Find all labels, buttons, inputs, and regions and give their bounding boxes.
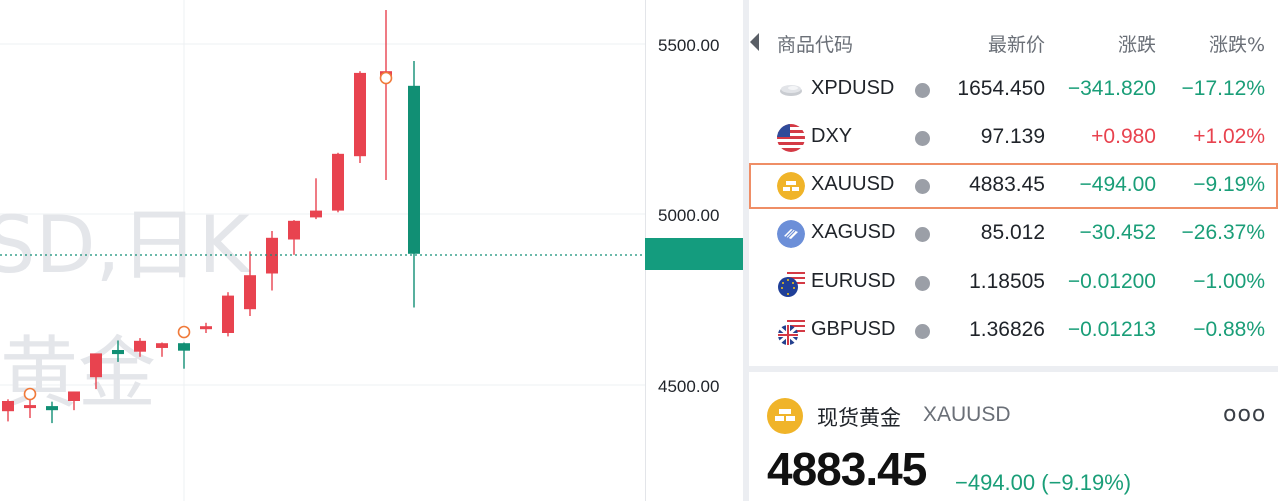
silver-icon xyxy=(777,220,805,248)
detail-price: 4883.45 xyxy=(767,443,927,495)
row-symbol: EURUSD xyxy=(811,270,896,292)
symbol-detail-panel: 现货黄金 XAUUSD ooo 4883.45 −494.00 (−9.19%) xyxy=(749,372,1278,501)
price-axis-label-5500: 5500.00 xyxy=(658,36,719,55)
price-axis-label-4500: 4500.00 xyxy=(658,377,719,396)
row-pct: −0.88% xyxy=(1193,318,1265,341)
more-options-icon[interactable]: ooo xyxy=(1223,402,1266,427)
status-dot xyxy=(915,276,930,291)
candle-body[interactable] xyxy=(2,401,14,412)
row-change: −30.452 xyxy=(1079,221,1157,244)
candle-body[interactable] xyxy=(408,85,420,254)
candle-body[interactable] xyxy=(156,343,168,348)
row-price: 97.139 xyxy=(980,125,1045,148)
sort-flag-icon[interactable] xyxy=(750,33,759,51)
candle-body[interactable] xyxy=(222,295,234,333)
status-dot xyxy=(915,131,930,146)
row-pct: +1.02% xyxy=(1193,125,1265,148)
watchlist-row-xpdusd[interactable]: XPDUSD 1654.450 −341.820 −17.12% xyxy=(749,67,1278,113)
palladium-icon xyxy=(777,76,805,104)
candle-body[interactable] xyxy=(112,350,124,355)
candle-body[interactable] xyxy=(332,153,344,211)
gold-icon xyxy=(777,172,805,200)
detail-code: XAUUSD xyxy=(923,403,1011,426)
status-dot xyxy=(915,227,930,242)
candlestick-chart[interactable]: SD,日K 黄金 5500.00 5000.00 4500.00 xyxy=(0,0,743,501)
row-change: −0.01200 xyxy=(1067,270,1156,293)
detail-name: 现货黄金 xyxy=(817,406,901,430)
gold-icon xyxy=(767,398,803,434)
event-marker[interactable] xyxy=(23,387,37,401)
candle-body[interactable] xyxy=(354,72,366,157)
detail-change: −494.00 (−9.19%) xyxy=(955,470,1132,495)
watchlist-row-gbpusd[interactable]: GBPUSD 1.36826 −0.01213 −0.88% xyxy=(749,308,1278,354)
row-pct: −17.12% xyxy=(1181,77,1266,100)
candle-body[interactable] xyxy=(68,391,80,401)
header-code[interactable]: 商品代码 xyxy=(777,30,853,57)
row-symbol: GBPUSD xyxy=(811,318,896,340)
header-price[interactable]: 最新价 xyxy=(988,30,1045,57)
us-flag-icon xyxy=(777,124,805,152)
header-pct[interactable]: 涨跌% xyxy=(1209,30,1265,57)
candle-body[interactable] xyxy=(134,340,146,352)
row-price: 85.012 xyxy=(980,221,1045,244)
candle-body[interactable] xyxy=(200,326,212,330)
row-change: −341.820 xyxy=(1067,77,1156,100)
price-axis-label-5000: 5000.00 xyxy=(658,206,719,225)
row-change: −494.00 xyxy=(1079,173,1157,196)
row-symbol: DXY xyxy=(811,125,853,147)
candle-body[interactable] xyxy=(266,237,278,274)
status-dot xyxy=(915,83,930,98)
row-pct: −9.19% xyxy=(1193,173,1265,196)
candle-body[interactable] xyxy=(90,353,102,378)
candle-body[interactable] xyxy=(178,343,190,351)
event-marker[interactable] xyxy=(177,325,191,339)
status-dot xyxy=(915,179,930,194)
row-symbol: XAGUSD xyxy=(811,221,896,243)
watchlist-header: 商品代码 最新价 涨跌 涨跌% xyxy=(749,22,1278,62)
row-change: −0.01213 xyxy=(1067,318,1156,341)
watchlist-row-dxy[interactable]: DXY 97.139 +0.980 +1.02% xyxy=(749,115,1278,161)
candle-body[interactable] xyxy=(244,275,256,310)
header-change[interactable]: 涨跌 xyxy=(1118,30,1156,57)
uk-us-flag-icon xyxy=(777,317,805,345)
row-pct: −26.37% xyxy=(1181,221,1266,244)
watchlist-panel: 商品代码 最新价 涨跌 涨跌% XPDUSD 1654.450 −341.820… xyxy=(749,0,1278,366)
watchlist-row-xauusd[interactable]: XAUUSD 4883.45 −494.00 −9.19% xyxy=(749,163,1278,209)
row-change: +0.980 xyxy=(1091,125,1156,148)
candlestick-chart-panel[interactable]: SD,日K 黄金 5500.00 5000.00 4500.00 xyxy=(0,0,743,501)
candle-body[interactable] xyxy=(46,406,58,411)
status-dot xyxy=(915,324,930,339)
row-pct: −1.00% xyxy=(1193,270,1265,293)
chart-watermark-symbol: SD,日K xyxy=(0,201,251,291)
row-price: 1.36826 xyxy=(969,318,1045,341)
row-symbol: XPDUSD xyxy=(811,77,895,99)
watchlist-row-eurusd[interactable]: EURUSD 1.18505 −0.01200 −1.00% xyxy=(749,260,1278,306)
row-price: 1654.450 xyxy=(957,77,1045,100)
row-symbol: XAUUSD xyxy=(811,173,895,195)
row-price: 4883.45 xyxy=(969,173,1045,196)
candle-body[interactable] xyxy=(24,405,36,409)
row-price: 1.18505 xyxy=(969,270,1045,293)
watchlist-row-xagusd[interactable]: XAGUSD 85.012 −30.452 −26.37% xyxy=(749,211,1278,257)
candle-body[interactable] xyxy=(288,220,300,240)
event-marker[interactable] xyxy=(379,71,393,85)
current-price-box xyxy=(645,238,743,270)
chart-watermark-name: 黄金 xyxy=(0,329,156,419)
eu-us-flag-icon xyxy=(777,269,805,297)
candle-body[interactable] xyxy=(310,210,322,218)
